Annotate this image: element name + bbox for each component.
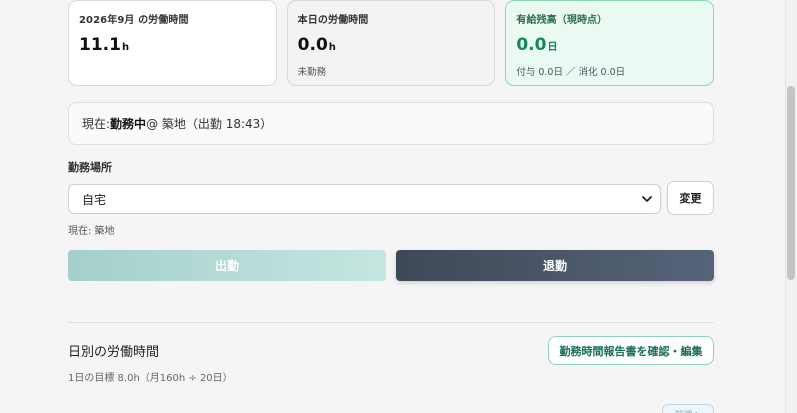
status-location: @ 築地 <box>146 117 186 131</box>
paid-leave-unit: 日 <box>547 42 558 53</box>
status-prefix: 現在: <box>82 117 111 131</box>
today-hours-unit: h <box>328 42 336 53</box>
work-status-box: 現在: 勤務中 @ 築地 （出勤 18:43） <box>68 102 714 145</box>
status-state: 勤務中 <box>110 117 147 131</box>
monthly-hours-card: 2026年9月 の労働時間 11.1h <box>68 0 277 86</box>
chevron-down-icon <box>642 196 652 202</box>
paid-leave-detail: 付与 0.0日 ／ 消化 0.0日 <box>516 67 626 78</box>
daily-hours-title: 日別の労働時間 <box>68 345 160 360</box>
current-location-text: 現在: 築地 <box>68 226 115 237</box>
status-detail: （出勤 18:43） <box>185 117 273 131</box>
monthly-hours-number: 11.1 <box>79 35 121 55</box>
today-hours-card: 本日の労働時間 0.0h 未勤務 <box>286 0 496 86</box>
section-divider <box>68 322 714 323</box>
monthly-hours-unit: h <box>121 42 130 53</box>
paid-leave-value: 0.0日 <box>516 35 703 58</box>
clock-out-button[interactable]: 退勤 <box>396 250 714 281</box>
work-location-select[interactable]: 自宅 <box>68 184 661 214</box>
work-location-label: 勤務場所 <box>68 161 112 174</box>
monthly-hours-title: 2026年9月 の労働時間 <box>79 15 189 26</box>
today-hours-title: 本日の労働時間 <box>297 15 369 26</box>
prev-week-button[interactable]: 前週へ <box>662 404 714 413</box>
monthly-hours-value: 11.1h <box>79 35 266 58</box>
today-hours-value: 0.0h <box>298 35 485 58</box>
paid-leave-title: 有給残高（現時点） <box>516 15 608 26</box>
paid-leave-number: 0.0 <box>516 35 547 55</box>
daily-goal-text: 1日の目標 8.0h（月160h ÷ 20日） <box>68 373 233 384</box>
summary-cards: 2026年9月 の労働時間 11.1h 本日の労働時間 0.0h 未勤務 有給残… <box>68 0 715 86</box>
today-hours-number: 0.0 <box>297 35 328 55</box>
today-hours-status: 未勤務 <box>297 67 327 78</box>
change-location-button[interactable]: 変更 <box>667 181 714 215</box>
clock-in-button[interactable]: 出勤 <box>68 250 386 281</box>
scrollbar-track[interactable] <box>785 0 797 413</box>
scrollbar-thumb[interactable] <box>787 86 795 280</box>
report-edit-button[interactable]: 勤務時間報告書を確認・編集 <box>548 336 714 365</box>
work-location-selected: 自宅 <box>82 192 107 207</box>
paid-leave-card: 有給残高（現時点） 0.0日 付与 0.0日 ／ 消化 0.0日 <box>505 0 715 86</box>
